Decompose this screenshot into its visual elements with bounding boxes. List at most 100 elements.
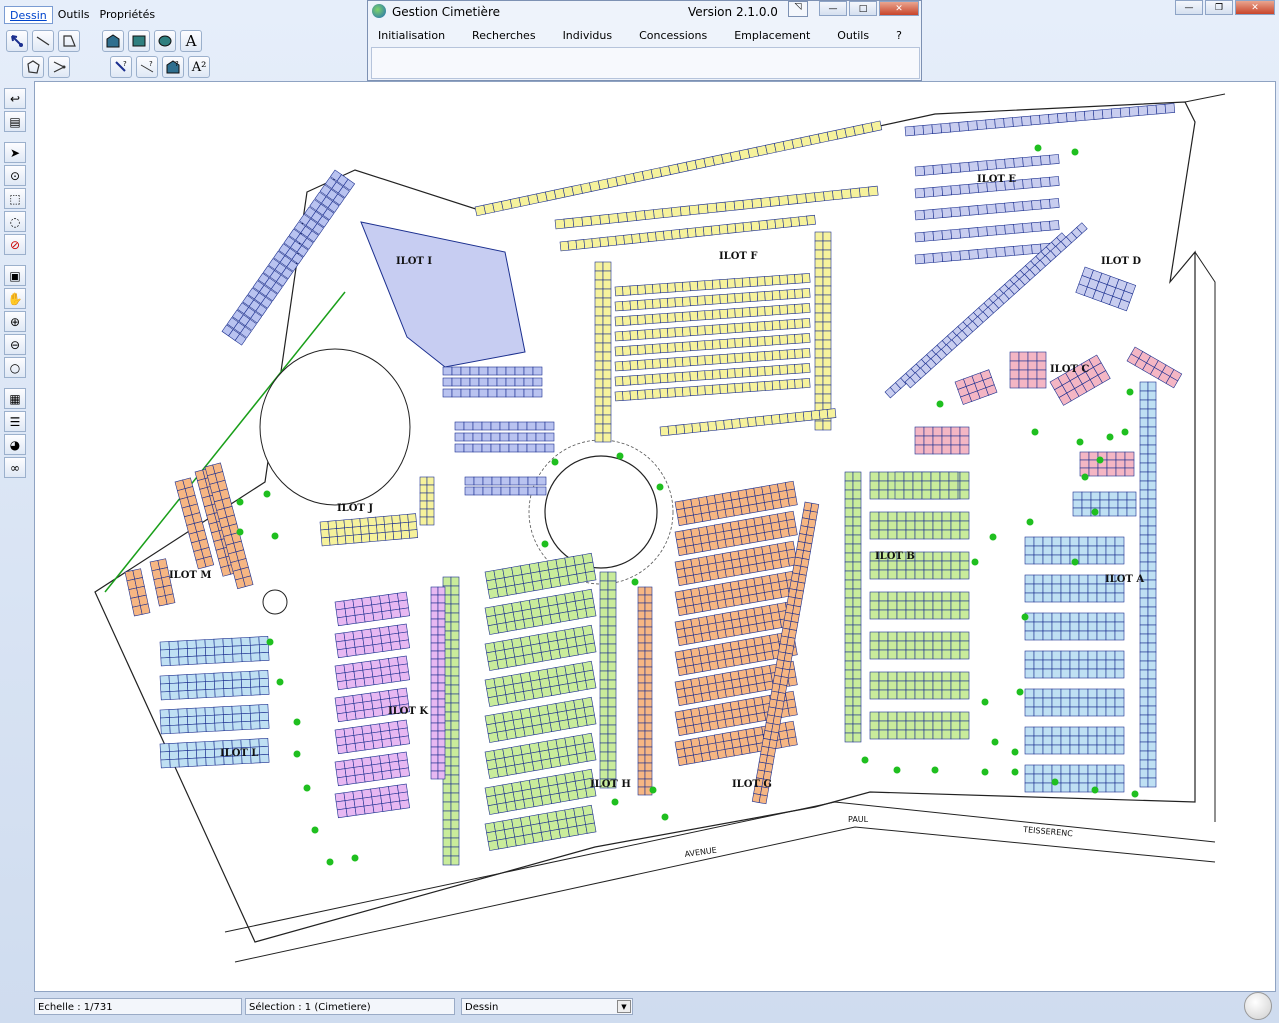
grave-plot[interactable] bbox=[1042, 583, 1053, 594]
grave-plot[interactable] bbox=[1106, 459, 1117, 469]
grave-plot[interactable] bbox=[914, 187, 926, 199]
grave-plot[interactable] bbox=[976, 119, 987, 131]
menu-initialisation[interactable]: Initialisation bbox=[378, 23, 445, 43]
grave-plot[interactable] bbox=[760, 197, 772, 208]
grave-plot[interactable] bbox=[659, 425, 670, 437]
grave-plot[interactable] bbox=[599, 571, 609, 582]
grave-plot[interactable] bbox=[398, 631, 409, 642]
grave-plot[interactable] bbox=[941, 680, 952, 691]
grave-plot[interactable] bbox=[1027, 351, 1038, 362]
grave-plot[interactable] bbox=[779, 289, 789, 300]
grave-plot[interactable] bbox=[354, 773, 366, 784]
grave-plot[interactable] bbox=[599, 236, 610, 248]
grave-plot[interactable] bbox=[663, 229, 673, 241]
grave-plot[interactable] bbox=[509, 476, 520, 486]
text-query-icon[interactable]: A² bbox=[188, 56, 210, 78]
grave-plot[interactable] bbox=[391, 514, 401, 525]
grave-plot[interactable] bbox=[805, 526, 815, 537]
grave-plot[interactable] bbox=[1018, 351, 1029, 362]
grave-plot[interactable] bbox=[450, 657, 460, 668]
grave-plot[interactable] bbox=[1119, 107, 1131, 118]
grave-plot[interactable] bbox=[1049, 220, 1060, 231]
grave-plot[interactable] bbox=[894, 480, 905, 491]
grave-plot[interactable] bbox=[637, 786, 646, 796]
grave-plot[interactable] bbox=[923, 551, 934, 562]
grave-plot[interactable] bbox=[939, 489, 950, 500]
grave-plot[interactable] bbox=[756, 306, 766, 317]
grave-plot[interactable] bbox=[734, 352, 744, 363]
grave-plot[interactable] bbox=[258, 678, 270, 688]
grave-plot[interactable] bbox=[469, 377, 480, 387]
grave-plot[interactable] bbox=[932, 640, 943, 651]
plot-row-group[interactable] bbox=[430, 586, 446, 780]
grave-plot[interactable] bbox=[940, 122, 951, 134]
grave-plot[interactable] bbox=[430, 754, 439, 764]
plot-row-group[interactable] bbox=[554, 185, 879, 230]
grave-plot[interactable] bbox=[869, 729, 880, 740]
grave-plot[interactable] bbox=[214, 688, 225, 698]
grave-plot[interactable] bbox=[914, 520, 925, 531]
grave-plot[interactable] bbox=[1051, 764, 1062, 775]
grave-plot[interactable] bbox=[1051, 726, 1062, 737]
grave-plot[interactable] bbox=[667, 357, 676, 368]
grave-plot[interactable] bbox=[1128, 106, 1140, 117]
grave-plot[interactable] bbox=[844, 543, 854, 554]
grave-plot[interactable] bbox=[1147, 714, 1157, 725]
grave-plot[interactable] bbox=[852, 570, 862, 581]
grave-plot[interactable] bbox=[950, 520, 961, 531]
grave-plot[interactable] bbox=[1042, 726, 1053, 737]
grave-plot[interactable] bbox=[674, 281, 684, 293]
grave-plot[interactable] bbox=[450, 693, 460, 704]
grave-plot[interactable] bbox=[769, 196, 781, 207]
grave-plot[interactable] bbox=[724, 200, 736, 212]
grave-plot[interactable] bbox=[532, 388, 543, 398]
grave-plot[interactable] bbox=[259, 686, 270, 696]
grave-plot[interactable] bbox=[726, 308, 736, 319]
grave-plot[interactable] bbox=[390, 768, 402, 779]
grave-plot[interactable] bbox=[343, 631, 355, 642]
grave-plot[interactable] bbox=[637, 762, 646, 772]
grave-plot[interactable] bbox=[335, 608, 347, 619]
grave-plot[interactable] bbox=[169, 758, 180, 768]
grave-plot[interactable] bbox=[430, 762, 439, 772]
grave-plot[interactable] bbox=[1051, 612, 1062, 623]
plot-row-group[interactable] bbox=[159, 670, 270, 701]
grave-plot[interactable] bbox=[258, 644, 270, 654]
grave-plot[interactable] bbox=[914, 640, 925, 651]
grave-plot[interactable] bbox=[959, 631, 970, 642]
grave-plot[interactable] bbox=[1051, 697, 1062, 708]
label-ilot-c[interactable]: ILOT C bbox=[1050, 364, 1089, 375]
grave-plot[interactable] bbox=[164, 593, 176, 605]
grave-plot[interactable] bbox=[923, 640, 934, 651]
grave-plot[interactable] bbox=[1051, 536, 1062, 547]
grave-plot[interactable] bbox=[430, 706, 439, 716]
grave-plot[interactable] bbox=[1060, 612, 1071, 623]
grave-plot[interactable] bbox=[514, 388, 525, 398]
plot-row-group[interactable] bbox=[334, 783, 410, 819]
grave-plot[interactable] bbox=[1147, 633, 1157, 644]
grave-plot[interactable] bbox=[482, 476, 493, 486]
grave-plot[interactable] bbox=[532, 366, 543, 376]
grave-plot[interactable] bbox=[896, 640, 907, 651]
grave-plot[interactable] bbox=[168, 674, 179, 684]
grave-plot[interactable] bbox=[1139, 480, 1149, 491]
grave-plot[interactable] bbox=[1115, 451, 1126, 461]
grave-plot[interactable] bbox=[478, 377, 489, 387]
grave-plot[interactable] bbox=[362, 764, 374, 775]
grave-plot[interactable] bbox=[187, 749, 198, 759]
grave-plot[interactable] bbox=[1139, 399, 1149, 410]
grave-plot[interactable] bbox=[1147, 705, 1157, 716]
plot-row-group[interactable] bbox=[1075, 266, 1137, 312]
grave-plot[interactable] bbox=[381, 769, 393, 780]
grave-plot[interactable] bbox=[822, 384, 832, 395]
grave-plot[interactable] bbox=[932, 560, 943, 571]
grave-plot[interactable] bbox=[756, 336, 766, 347]
house-query-icon[interactable]: ? bbox=[162, 56, 184, 78]
grave-plot[interactable] bbox=[914, 569, 925, 580]
grave-plot[interactable] bbox=[869, 640, 880, 651]
grave-plot[interactable] bbox=[607, 634, 617, 645]
grave-plot[interactable] bbox=[1105, 706, 1116, 717]
grave-plot[interactable] bbox=[1114, 612, 1125, 623]
grave-plot[interactable] bbox=[1115, 459, 1126, 469]
grave-plot[interactable] bbox=[1078, 630, 1089, 641]
